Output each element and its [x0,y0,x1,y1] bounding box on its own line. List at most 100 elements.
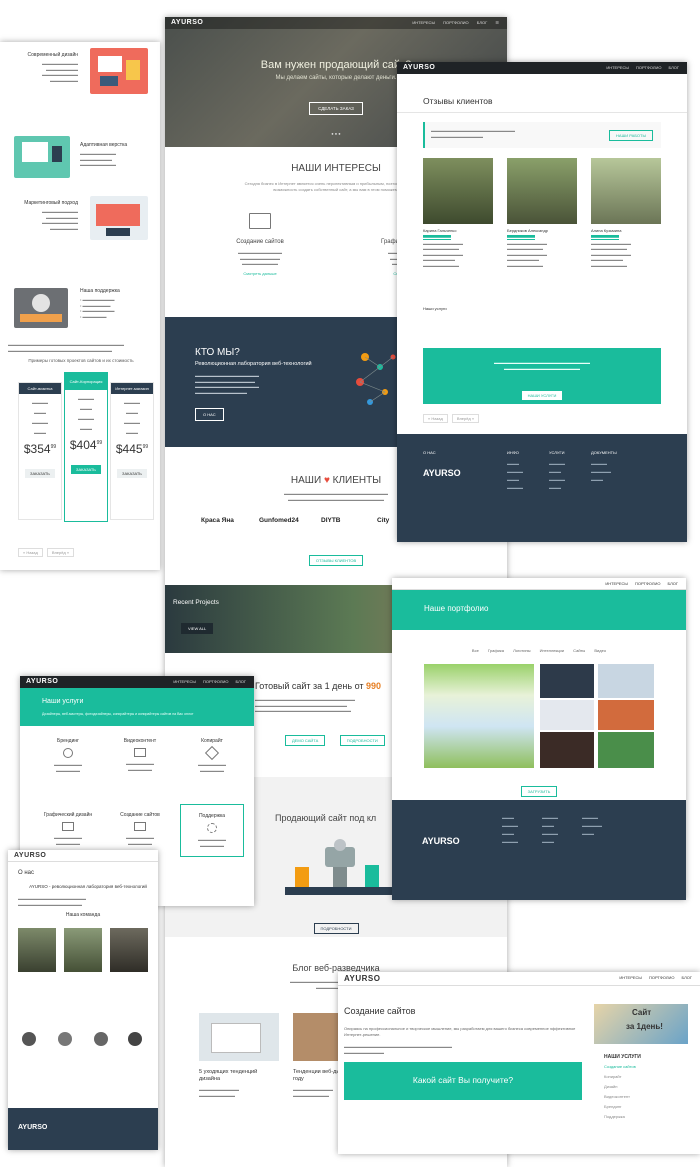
logo[interactable]: AYURSO [26,678,58,685]
order-button[interactable]: ЗАКАЗАТЬ [25,469,55,478]
logo[interactable]: AYURSO [14,852,46,859]
our-works-button[interactable]: НАШИ РАБОТЫ [609,130,653,141]
team-avatar [128,1032,142,1046]
team-avatar [58,1032,72,1046]
nav-portfolio[interactable]: ПОРТФОЛИО [649,975,675,980]
selling-details-button[interactable]: ПОДРОБНОСТИ [313,923,359,934]
nav-blog[interactable]: БЛОГ [667,581,678,586]
create-text: Опираясь на профессиональное и творческо… [344,1026,576,1037]
card-link[interactable]: Смотреть дальше [205,271,315,276]
about-button[interactable]: О НАС [195,408,224,421]
card-web: Создание сайтов ▬▬▬▬▬▬▬▬▬▬▬ ▬▬▬▬▬▬▬▬▬▬ ▬▬▬… [205,213,315,276]
reviews-sheet: AYURSO ИНТЕРЕСЫ ПОРТФОЛИО БЛОГ Отзывы клие… [397,62,687,542]
details-button[interactable]: ПОДРОБНОСТИ [339,735,385,746]
illustration-modern [90,48,148,94]
pager-prev[interactable]: « Назад [18,548,43,557]
services-title: Наши услуги [42,698,84,705]
service-item[interactable]: Видеоконтент ▬▬▬▬▬▬▬ ▬▬▬▬▬▬ [108,738,172,772]
portfolio-header: Наше портфолио [392,590,686,630]
sidebar-item-video[interactable]: Видеоконтент [604,1094,688,1099]
recent-title: Recent Projects [173,599,219,606]
menu-icon[interactable]: ☰ [495,20,499,25]
nav-interests[interactable]: ИНТЕРЕСЫ [173,679,196,684]
portfolio-item[interactable] [598,732,654,768]
services-label: Наши услуги [423,306,447,311]
services-header: Наши услуги Дизайнеры, веб-мастеры, фото… [20,688,254,726]
services-button[interactable]: НАШИ УСЛУГИ [521,391,563,400]
order-hero-button[interactable]: СДЕЛАТЬ ЗАКАЗ [309,102,363,115]
services-navbar: AYURSO ИНТЕРЕСЫ ПОРТФОЛИО БЛОГ [20,676,254,688]
portfolio-item[interactable] [540,664,594,698]
logo[interactable]: AYURSO [403,64,435,71]
nav-blog[interactable]: БЛОГ [668,65,679,70]
filter-sites[interactable]: Сайты [573,648,585,653]
portfolio-item[interactable] [540,700,594,730]
nav-interests[interactable]: ИНТЕРЕСЫ [606,65,629,70]
sidebar-item-design[interactable]: Дизайн [604,1084,688,1089]
nav-blog[interactable]: БЛОГ [235,679,246,684]
sidebar-item-branding[interactable]: Брендинг [604,1104,688,1109]
filter-other[interactable]: Интеллекции [540,648,564,653]
service-item[interactable]: Поддержка ▬▬▬▬▬▬▬ ▬▬▬▬▬▬ [180,804,244,857]
who-subtitle: Революционная лаборатория веб-технологий [195,361,312,367]
footer-logo[interactable]: AYURSO [422,836,460,846]
service-item[interactable]: Графический дизайн ▬▬▬▬▬▬▬ ▬▬▬▬▬▬ [36,812,100,846]
sidebar-item-copywrite[interactable]: Копирайт [604,1074,688,1079]
monitor-icon [134,822,146,831]
nav-blog[interactable]: БЛОГ [681,975,692,980]
portfolio-item[interactable] [540,732,594,768]
reviews-button[interactable]: ОТЗЫВЫ КЛИЕНТОВ [308,555,364,566]
top-nav: ИНТЕРЕСЫ ПОРТФОЛИО БЛОГ ☰ [405,20,499,25]
about-navbar: AYURSO [8,850,158,862]
filter-video[interactable]: Видео [594,648,606,653]
nav-interests[interactable]: ИНТЕРЕСЫ [412,20,435,25]
service-item[interactable]: Брендинг ▬▬▬▬▬▬▬ ▬▬▬▬▬▬ [36,738,100,773]
pager-next[interactable]: Вперёд » [451,414,480,423]
feature-title: Маркетинговый подход [24,200,78,206]
pager-prev[interactable]: « Назад [423,414,448,423]
plan-price: $40499 [69,438,103,452]
nav-portfolio[interactable]: ПОРТФОЛИО [635,581,661,586]
service-item[interactable]: Копирайт ▬▬▬▬▬▬▬ ▬▬▬▬▬▬ [180,738,244,773]
nav-portfolio[interactable]: ПОРТФОЛИО [443,20,469,25]
ad-line: за 1день! [626,1022,663,1031]
footer-logo[interactable]: AYURSO [18,1124,47,1131]
blog-post[interactable]: 5 уходящих тенденций дизайна ▬▬▬▬▬▬▬▬▬▬ ▬… [199,1013,279,1098]
nav-interests[interactable]: ИНТЕРЕСЫ [605,581,628,586]
nav-blog[interactable]: БЛОГ [477,20,488,25]
sidebar-item-sites[interactable]: Создание сайтов [604,1064,688,1069]
team-title: Наша команда [65,912,101,918]
order-button[interactable]: ЗАКАЗАТЬ [117,469,147,478]
portfolio-item[interactable] [598,700,654,730]
team-photo [110,928,148,972]
pager-next[interactable]: Вперёд » [46,548,75,557]
logo[interactable]: AYURSO [344,974,381,983]
filter-graphics[interactable]: Графика [488,648,504,653]
portfolio-navbar: ИНТЕРЕСЫ ПОРТФОЛИО БЛОГ [392,578,686,590]
load-more-button[interactable]: ЗАГРУЗИТЬ [520,786,558,797]
illustration-marketing [90,196,148,240]
nav-portfolio[interactable]: ПОРТФОЛИО [203,679,229,684]
day-offer-title: Готовый сайт за 1 день от 990 [255,681,382,691]
filter-all[interactable]: Все [472,648,479,653]
nav-interests[interactable]: ИНТЕРЕСЫ [619,975,642,980]
feature-marketing: Маркетинговый подход ▬▬▬▬▬▬▬▬▬ ▬▬▬▬▬▬▬▬ ▬▬… [8,200,78,231]
view-all-button[interactable]: VIEW ALL [181,623,214,634]
feature-adaptive: Адаптивная верстка ▬▬▬▬▬▬▬▬▬ ▬▬▬▬▬▬▬▬ ▬▬▬▬… [80,142,152,168]
footer-head: ИНФО [507,450,519,455]
order-button[interactable]: ЗАКАЗАТЬ [71,465,101,474]
logo[interactable]: AYURSO [171,19,203,26]
ad-banner[interactable]: Сайт за 1день! [594,1004,688,1044]
service-item[interactable]: Создание сайтов ▬▬▬▬▬▬▬ ▬▬▬▬▬▬ [108,812,172,846]
portfolio-item[interactable] [424,664,534,768]
feature-support: Наша поддержка • ▬▬▬▬▬▬▬▬ • ▬▬▬▬▬▬▬ • ▬▬▬▬… [80,288,152,319]
demo-button[interactable]: ДЕМО САЙТА [285,735,326,746]
filter-logos[interactable]: Логотипы [513,648,530,653]
service-title: Брендинг [57,738,79,744]
nav-portfolio[interactable]: ПОРТФОЛИО [636,65,662,70]
sidebar-item-support[interactable]: Поддержка [604,1114,688,1119]
portfolio-item[interactable] [598,664,654,698]
what-site-banner[interactable]: Какой сайт Вы получите? [344,1062,582,1100]
reviewer-name: Бердников Александр [507,228,549,233]
footer-logo[interactable]: AYURSO [423,468,461,478]
